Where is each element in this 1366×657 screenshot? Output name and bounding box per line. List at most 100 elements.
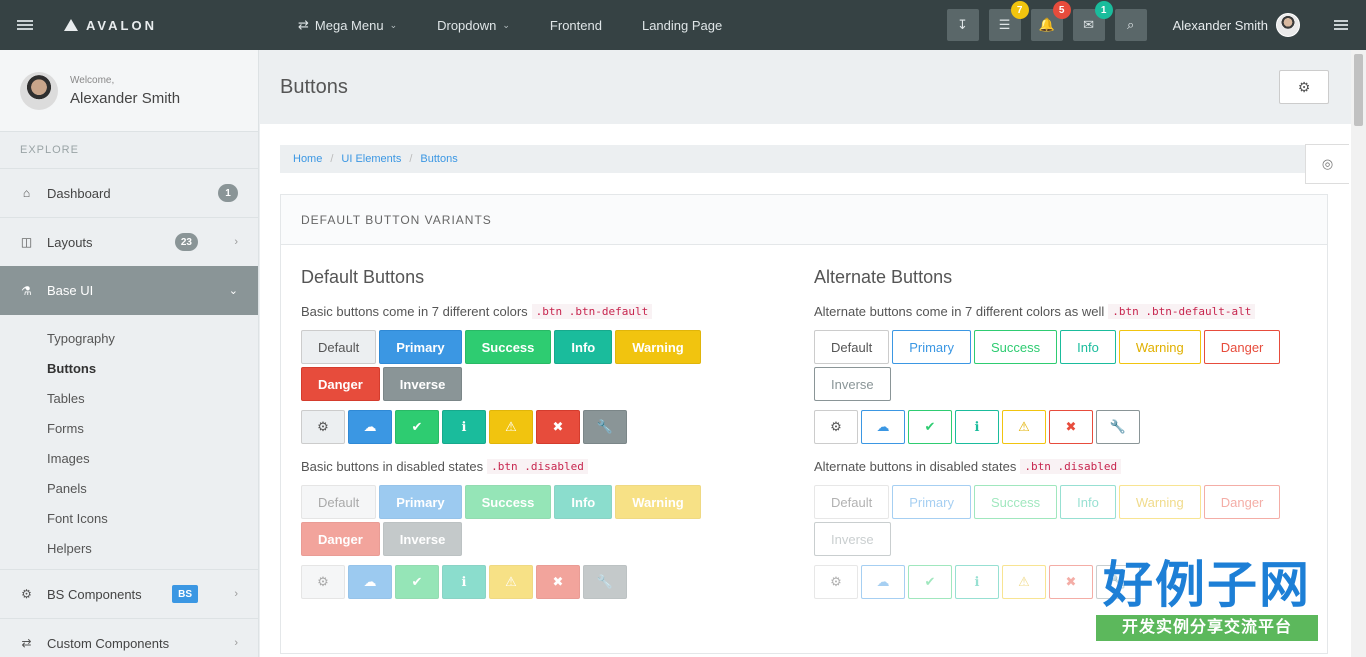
chevron-down-icon: ⌄ xyxy=(502,19,510,30)
theme-settings-tab[interactable]: ◎ xyxy=(1305,144,1349,184)
submenu-item-images[interactable]: Images xyxy=(0,443,258,473)
avatar[interactable] xyxy=(20,71,58,110)
alt-disabled-icon-cloud-button[interactable]: ☁ xyxy=(861,565,905,599)
submenu-item-forms[interactable]: Forms xyxy=(0,413,258,443)
danger-button[interactable]: Danger xyxy=(301,367,380,401)
primary-button[interactable]: Primary xyxy=(379,330,462,364)
icon-check-button[interactable]: ✔ xyxy=(395,410,439,444)
alt-disabled-icon-gear-button[interactable]: ⚙ xyxy=(814,565,858,599)
alt-disabled-icon-close-button[interactable]: ✖ xyxy=(1049,565,1093,599)
inverse-button[interactable]: Inverse xyxy=(382,367,463,401)
sidebar-item-label: BS Components xyxy=(47,586,142,602)
submenu-item-helpers[interactable]: Helpers xyxy=(0,533,258,563)
submenu-item-tables[interactable]: Tables xyxy=(0,383,258,413)
alt-button-row: Default Primary Success Info Warning Danger In… xyxy=(814,330,1284,401)
sidebar-item-custom-components[interactable]: ⇄ Custom Components › xyxy=(0,618,258,657)
count-badge: BS xyxy=(172,585,198,603)
alt-disabled-inverse-button[interactable]: Inverse xyxy=(814,522,891,556)
alt-default-button[interactable]: Default xyxy=(814,330,890,364)
search-button[interactable]: ⌕ xyxy=(1114,9,1147,41)
disabled-icon-warning-button[interactable]: ⚠ xyxy=(489,565,533,599)
envelope-button[interactable]: ✉ 1 xyxy=(1072,1,1113,41)
topnav-item-frontend[interactable]: Frontend xyxy=(530,0,622,50)
sidebar-submenu: Typography Buttons Tables Forms Images Panels… xyxy=(0,315,258,569)
disabled-danger-button[interactable]: Danger xyxy=(301,522,380,556)
topnav-item-landing-page[interactable]: Landing Page xyxy=(622,0,742,50)
alt-success-button[interactable]: Success xyxy=(973,330,1058,364)
disabled-info-button[interactable]: Info xyxy=(554,485,613,519)
disabled-primary-button[interactable]: Primary xyxy=(379,485,462,519)
alt-disabled-icon-warning-button[interactable]: ⚠ xyxy=(1002,565,1046,599)
topnav-item-dropdown[interactable]: Dropdown ⌄ xyxy=(417,0,530,50)
default-button[interactable]: Default xyxy=(301,330,377,364)
icon-button-row: ⚙ ☁ ✔ ℹ ⚠ ✖ 🔧 xyxy=(301,410,771,444)
download-button[interactable]: ↧ xyxy=(946,9,979,41)
user-name: Alexander Smith xyxy=(1172,17,1268,33)
bell-button[interactable]: 🔔 5 xyxy=(1030,1,1071,41)
disabled-inverse-button[interactable]: Inverse xyxy=(382,522,463,556)
submenu-item-buttons[interactable]: Buttons xyxy=(0,353,258,383)
sidebar-item-dashboard[interactable]: ⌂ Dashboard 1 xyxy=(0,168,258,217)
disabled-icon-gear-button[interactable]: ⚙ xyxy=(301,565,345,599)
disabled-warning-button[interactable]: Warning xyxy=(615,485,701,519)
success-button[interactable]: Success xyxy=(464,330,552,364)
breadcrumb-link-buttons[interactable]: Buttons xyxy=(420,153,457,165)
disabled-icon-close-button[interactable]: ✖ xyxy=(536,565,580,599)
alt-disabled-success-button[interactable]: Success xyxy=(973,485,1058,519)
alt-icon-cloud-button[interactable]: ☁ xyxy=(861,410,905,444)
alt-disabled-icon-check-button[interactable]: ✔ xyxy=(908,565,952,599)
icon-wrench-button[interactable]: 🔧 xyxy=(583,410,627,444)
alt-disabled-info-button[interactable]: Info xyxy=(1060,485,1116,519)
breadcrumb-link-ui-elements[interactable]: UI Elements xyxy=(341,153,401,165)
chevron-down-icon: ⌄ xyxy=(389,19,398,30)
alt-primary-button[interactable]: Primary xyxy=(892,330,971,364)
info-button[interactable]: Info xyxy=(554,330,613,364)
disabled-icon-info-button[interactable]: ℹ xyxy=(442,565,486,599)
alt-warning-button[interactable]: Warning xyxy=(1118,330,1201,364)
settings-button[interactable]: ⚙ xyxy=(1279,70,1329,104)
alt-inverse-button[interactable]: Inverse xyxy=(814,367,891,401)
alt-icon-check-button[interactable]: ✔ xyxy=(908,410,952,444)
alt-icon-info-button[interactable]: ℹ xyxy=(955,410,999,444)
tasks-button[interactable]: ☰ 7 xyxy=(988,1,1029,41)
page-title: Buttons xyxy=(280,75,348,98)
alt-icon-wrench-button[interactable]: 🔧 xyxy=(1096,410,1140,444)
icon-cloud-button[interactable]: ☁ xyxy=(348,410,392,444)
sidebar-item-label: Base UI xyxy=(47,283,94,298)
submenu-item-typography[interactable]: Typography xyxy=(0,323,258,353)
icon-gear-button[interactable]: ⚙ xyxy=(301,410,345,444)
breadcrumb-link-home[interactable]: Home xyxy=(293,153,322,165)
alt-info-button[interactable]: Info xyxy=(1060,330,1116,364)
alt-disabled-warning-button[interactable]: Warning xyxy=(1118,485,1201,519)
icon-info-button[interactable]: ℹ xyxy=(442,410,486,444)
topnav-item-mega-menu[interactable]: ⇄ Mega Menu ⌄ xyxy=(278,0,417,50)
brand-logo[interactable]: AVALON xyxy=(50,18,260,33)
page-scrollbar[interactable] xyxy=(1351,50,1366,657)
alt-icon-close-button[interactable]: ✖ xyxy=(1049,410,1093,444)
sidebar-toggle-button[interactable] xyxy=(0,0,50,50)
disabled-icon-cloud-button[interactable]: ☁ xyxy=(348,565,392,599)
alt-disabled-danger-button[interactable]: Danger xyxy=(1203,485,1281,519)
scrollbar-thumb[interactable] xyxy=(1354,54,1363,126)
disabled-default-button[interactable]: Default xyxy=(301,485,377,519)
alt-disabled-default-button[interactable]: Default xyxy=(814,485,890,519)
alt-disabled-icon-info-button[interactable]: ℹ xyxy=(955,565,999,599)
alt-disabled-primary-button[interactable]: Primary xyxy=(892,485,971,519)
user-menu[interactable]: Alexander Smith xyxy=(1173,13,1300,37)
submenu-item-font-icons[interactable]: Font Icons xyxy=(0,503,258,533)
right-sidebar-toggle-button[interactable] xyxy=(1316,0,1366,50)
alt-icon-gear-button[interactable]: ⚙ xyxy=(814,410,858,444)
submenu-item-panels[interactable]: Panels xyxy=(0,473,258,503)
disabled-icon-wrench-button[interactable]: 🔧 xyxy=(583,565,627,599)
disabled-icon-check-button[interactable]: ✔ xyxy=(395,565,439,599)
sidebar-item-bs-components[interactable]: ⚙ BS Components BS › xyxy=(0,569,258,618)
icon-warning-button[interactable]: ⚠ xyxy=(489,410,533,444)
sidebar-item-base-ui[interactable]: ⚗ Base UI ⌄ xyxy=(0,266,258,315)
alt-icon-warning-button[interactable]: ⚠ xyxy=(1002,410,1046,444)
sidebar-item-label: Dashboard xyxy=(47,185,111,201)
icon-close-button[interactable]: ✖ xyxy=(536,410,580,444)
disabled-success-button[interactable]: Success xyxy=(464,485,552,519)
warning-button[interactable]: Warning xyxy=(615,330,701,364)
sidebar-item-layouts[interactable]: ◫ Layouts 23 › xyxy=(0,217,258,266)
alt-danger-button[interactable]: Danger xyxy=(1203,330,1281,364)
